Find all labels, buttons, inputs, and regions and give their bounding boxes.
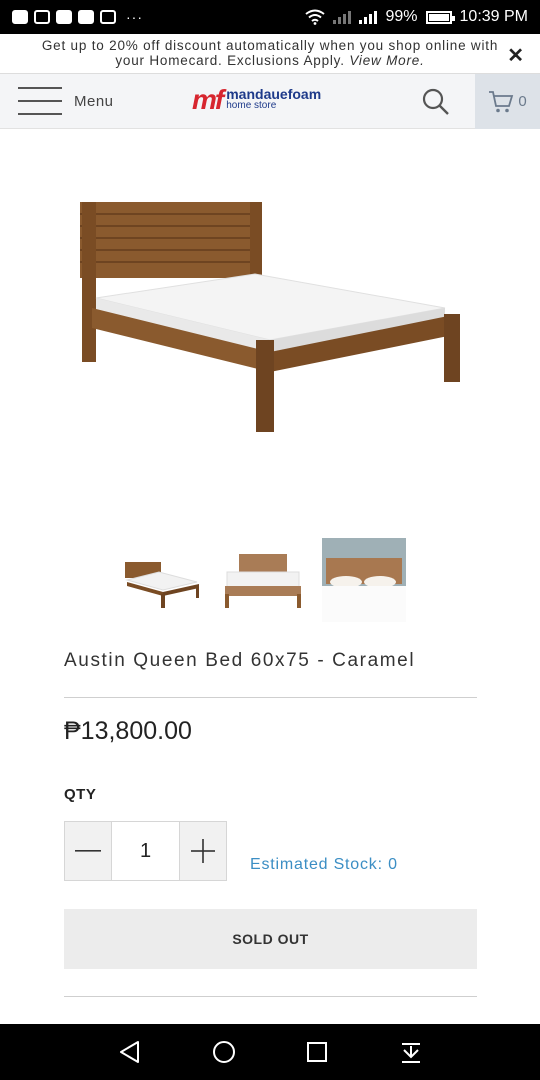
- qty-decrement-button[interactable]: [65, 822, 111, 880]
- calendar-icon: [100, 10, 116, 24]
- menu-label: Menu: [74, 92, 114, 110]
- hamburger-icon: [18, 86, 62, 116]
- product-image[interactable]: [70, 190, 470, 440]
- signal-icon: [359, 10, 378, 24]
- product-title: Austin Queen Bed 60x75 - Caramel: [64, 650, 416, 671]
- divider: [64, 996, 477, 997]
- cart-button[interactable]: 0: [475, 74, 540, 129]
- estimated-stock: Estimated Stock: 0: [250, 856, 398, 873]
- home-icon[interactable]: [210, 1038, 238, 1066]
- promo-text: Get up to 20% off discount automatically…: [41, 38, 499, 68]
- product-price: ₱13,800.00: [64, 717, 192, 745]
- logo-mark: mf: [192, 84, 224, 115]
- overflow-indicator: ···: [126, 9, 143, 25]
- qty-label: QTY: [64, 786, 97, 803]
- back-icon[interactable]: [116, 1038, 144, 1066]
- site-header: Menu mf mandauefoam home store 0: [0, 74, 540, 129]
- promo-view-more-link[interactable]: View More.: [349, 53, 424, 68]
- battery-icon: [425, 10, 455, 24]
- product-thumbnail-2[interactable]: [221, 538, 305, 622]
- site-logo[interactable]: mf mandauefoam home store: [192, 86, 321, 114]
- plus-icon: [191, 839, 215, 863]
- cart-count: 0: [518, 93, 527, 110]
- system-nav-bar: [0, 1024, 540, 1080]
- promo-close-button[interactable]: ✕: [507, 43, 524, 68]
- gmail-icon: [56, 10, 72, 24]
- battery-percent: 99%: [385, 8, 418, 25]
- qty-increment-button[interactable]: [180, 822, 226, 880]
- product-thumbnail-1[interactable]: [119, 538, 203, 622]
- menu-button[interactable]: Menu: [18, 86, 114, 116]
- status-bar: ··· 99% 10:39 PM: [0, 0, 540, 34]
- sold-out-button[interactable]: SOLD OUT: [64, 909, 477, 969]
- logo-subtitle: home store: [226, 100, 277, 111]
- minus-icon: [75, 850, 101, 852]
- cart-icon: [489, 90, 514, 112]
- product-thumbnail-3[interactable]: [322, 538, 406, 622]
- recents-icon[interactable]: [303, 1038, 331, 1066]
- logo-name: mandauefoam: [226, 86, 322, 102]
- clock: 10:39 PM: [459, 8, 528, 25]
- qty-input[interactable]: [111, 822, 180, 880]
- notification-pull-icon[interactable]: [397, 1038, 425, 1066]
- divider: [64, 697, 477, 698]
- promo-banner: Get up to 20% off discount automatically…: [0, 34, 540, 74]
- quantity-stepper: [64, 821, 227, 881]
- instagram-icon: [34, 10, 50, 24]
- search-icon[interactable]: [420, 86, 452, 118]
- promo-message: Get up to 20% off discount automatically…: [40, 38, 500, 68]
- youtube-icon: [12, 10, 28, 24]
- signal-icon-sim2: [333, 10, 352, 24]
- wifi-icon: [305, 9, 326, 25]
- gallery-icon: [78, 10, 94, 24]
